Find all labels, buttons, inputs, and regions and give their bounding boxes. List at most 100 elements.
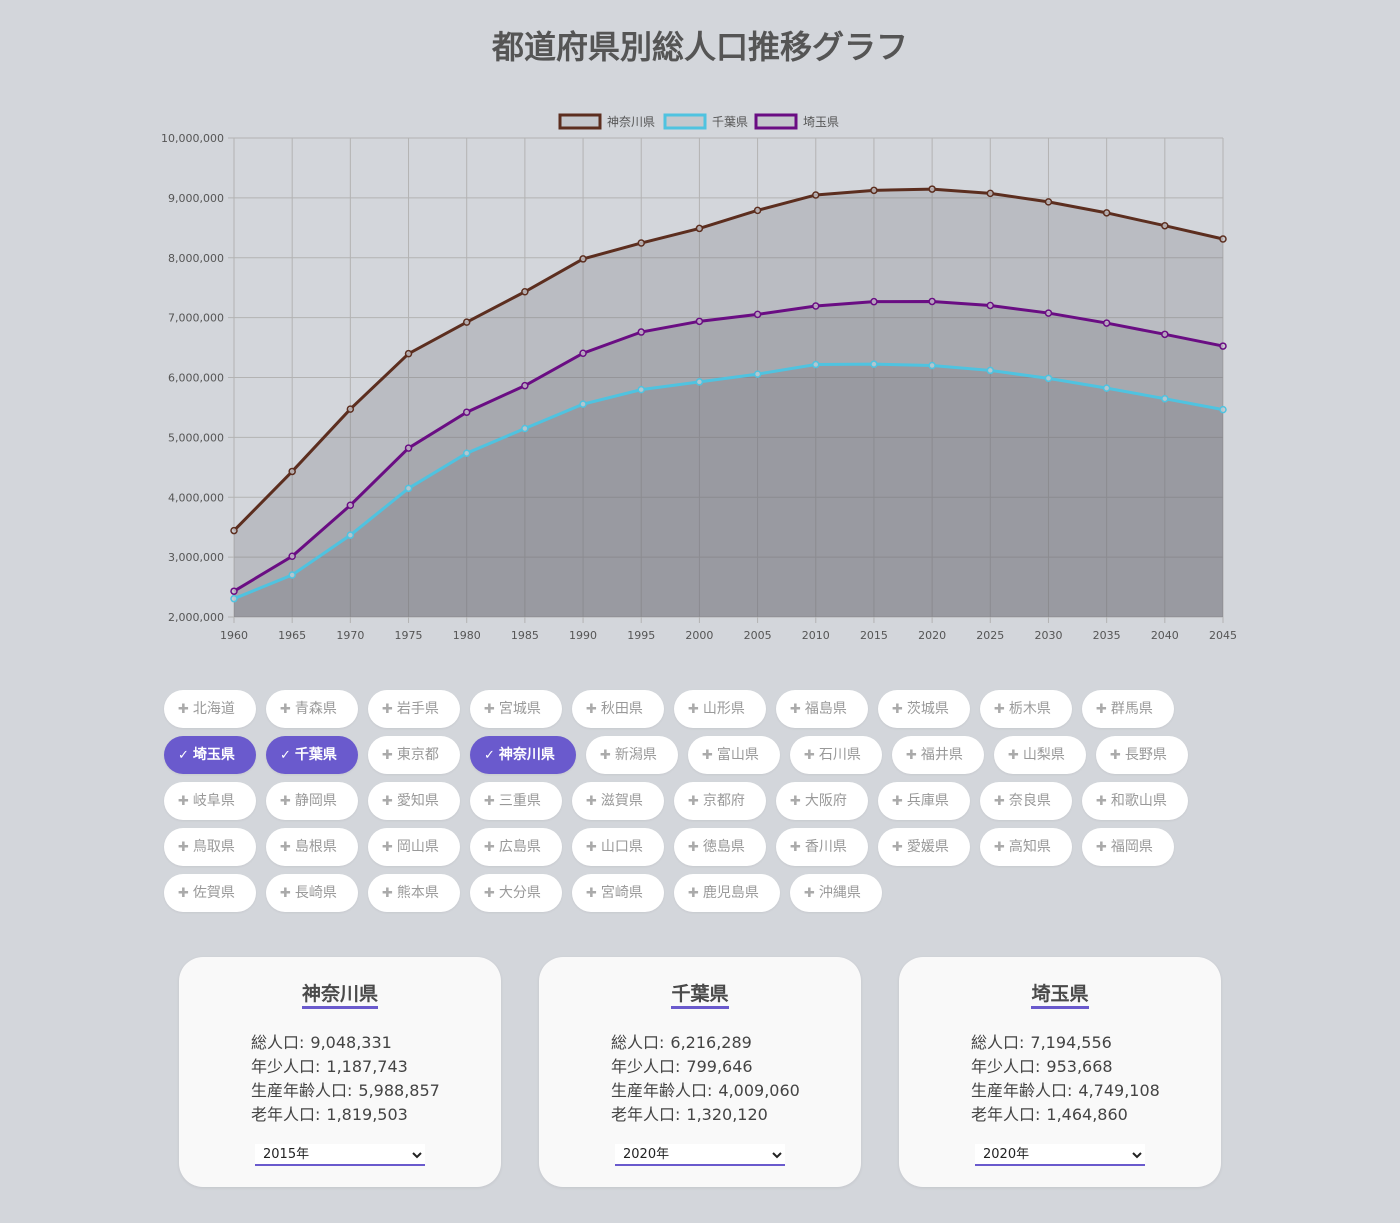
legend-label[interactable]: 千葉県 [712, 115, 748, 129]
prefecture-button[interactable]: ✚ 静岡県 [266, 782, 358, 820]
prefecture-button[interactable]: ✚ 富山県 [688, 736, 780, 774]
plus-icon: ✚ [280, 794, 291, 809]
legend-swatch[interactable] [754, 113, 798, 130]
y-tick-label: 4,000,000 [168, 491, 224, 504]
prefecture-button[interactable]: ✚ 宮崎県 [572, 874, 664, 912]
prefecture-label: 和歌山県 [1110, 793, 1167, 809]
prefecture-button[interactable]: ✚ 茨城県 [878, 690, 970, 728]
prefecture-button[interactable]: ✚ 奈良県 [980, 782, 1072, 820]
prefecture-label: 福島県 [804, 701, 847, 717]
plus-icon: ✚ [688, 794, 699, 809]
prefecture-label: 福岡県 [1110, 839, 1153, 855]
data-point [1044, 374, 1053, 383]
chart-legend[interactable]: 神奈川県 千葉県 埼玉県 [558, 113, 839, 130]
legend-swatch[interactable] [663, 113, 707, 130]
x-tick-label: 2030 [1034, 629, 1062, 642]
prefecture-button[interactable]: ✚ 栃木県 [980, 690, 1072, 728]
prefecture-button[interactable]: ✚ 福岡県 [1082, 828, 1174, 866]
card-title: 千葉県 [671, 983, 729, 1009]
prefecture-button[interactable]: ✚ 高知県 [980, 828, 1072, 866]
prefecture-label: 長崎県 [294, 885, 337, 901]
plus-icon: ✚ [790, 794, 801, 809]
prefecture-button[interactable]: ✚ 大分県 [470, 874, 562, 912]
elderly-label: 老年人口: [611, 1105, 681, 1124]
card-title: 埼玉県 [1031, 983, 1089, 1009]
prefecture-button[interactable]: ✚ 石川県 [790, 736, 882, 774]
prefecture-label: 熊本県 [396, 885, 439, 901]
prefecture-button[interactable]: ✚ 大阪府 [776, 782, 868, 820]
legend-label[interactable]: 埼玉県 [803, 115, 839, 129]
prefecture-button[interactable]: ✚ 鳥取県 [164, 828, 256, 866]
data-point [1219, 405, 1227, 414]
year-select[interactable]: 2020年 [615, 1144, 785, 1166]
prefecture-button[interactable]: ✚ 長野県 [1096, 736, 1188, 774]
prefecture-button[interactable]: ✚ 岡山県 [368, 828, 460, 866]
prefecture-button[interactable]: ✓ 神奈川県 [470, 736, 576, 774]
prefecture-button[interactable]: ✚ 滋賀県 [572, 782, 664, 820]
data-point [579, 255, 587, 263]
prefecture-button[interactable]: ✚ 山口県 [572, 828, 664, 866]
data-point [346, 501, 355, 509]
prefecture-button[interactable]: ✚ 岐阜県 [164, 782, 256, 820]
prefecture-button[interactable]: ✚ 島根県 [266, 828, 358, 866]
prefecture-label: 岐阜県 [192, 793, 235, 809]
young-value: 799,646 [686, 1057, 753, 1076]
prefecture-button[interactable]: ✚ 長崎県 [266, 874, 358, 912]
prefecture-button[interactable]: ✚ 三重県 [470, 782, 562, 820]
prefecture-button[interactable]: ✚ 佐賀県 [164, 874, 256, 912]
prefecture-button[interactable]: ✚ 秋田県 [572, 690, 664, 728]
prefecture-button[interactable]: ✚ 鹿児島県 [674, 874, 780, 912]
prefecture-label: 奈良県 [1008, 793, 1051, 809]
prefecture-button[interactable]: ✓ 千葉県 [266, 736, 358, 774]
data-point [1219, 235, 1227, 243]
prefecture-button[interactable]: ✚ 群馬県 [1082, 690, 1174, 728]
prefecture-label: 埼玉県 [192, 747, 235, 763]
prefecture-button[interactable]: ✚ 広島県 [470, 828, 562, 866]
year-select[interactable]: 2015年 [255, 1144, 425, 1166]
plus-icon: ✚ [892, 840, 903, 855]
prefecture-button[interactable]: ✚ 山梨県 [994, 736, 1086, 774]
prefecture-button[interactable]: ✚ 福井県 [892, 736, 984, 774]
legend-label[interactable]: 神奈川県 [607, 115, 655, 129]
prefecture-button[interactable]: ✚ 兵庫県 [878, 782, 970, 820]
legend-swatch[interactable] [558, 113, 602, 130]
prefecture-button[interactable]: ✚ 愛知県 [368, 782, 460, 820]
data-point [1161, 221, 1169, 230]
plus-icon: ✚ [892, 702, 903, 717]
prefecture-button[interactable]: ✚ 北海道 [164, 690, 256, 728]
data-point [928, 185, 936, 193]
plus-icon: ✚ [178, 886, 189, 901]
prefecture-button[interactable]: ✚ 熊本県 [368, 874, 460, 912]
prefecture-button[interactable]: ✚ 沖縄県 [790, 874, 882, 912]
prefecture-label: 岡山県 [396, 839, 439, 855]
x-tick-label: 2015 [860, 629, 888, 642]
prefecture-button[interactable]: ✓ 埼玉県 [164, 736, 256, 774]
data-point [870, 360, 878, 368]
prefecture-button[interactable]: ✚ 青森県 [266, 690, 358, 728]
prefecture-button[interactable]: ✚ 東京都 [368, 736, 460, 774]
prefecture-button[interactable]: ✚ 山形県 [674, 690, 766, 728]
working-label: 生産年齢人口: [251, 1081, 353, 1100]
prefecture-button[interactable]: ✚ 岩手県 [368, 690, 460, 728]
prefecture-button[interactable]: ✚ 京都府 [674, 782, 766, 820]
prefecture-button[interactable]: ✚ 和歌山県 [1082, 782, 1188, 820]
plus-icon: ✚ [382, 748, 393, 763]
prefecture-button[interactable]: ✚ 愛媛県 [878, 828, 970, 866]
check-icon: ✓ [178, 748, 189, 763]
prefecture-label: 長野県 [1124, 747, 1167, 763]
prefecture-label: 島根県 [294, 839, 337, 855]
prefecture-label: 千葉県 [294, 747, 337, 763]
year-select[interactable]: 2020年 [975, 1144, 1145, 1166]
x-tick-label: 2045 [1209, 629, 1237, 642]
prefecture-label: 山梨県 [1022, 747, 1065, 763]
prefecture-button[interactable]: ✚ 徳島県 [674, 828, 766, 866]
prefecture-button[interactable]: ✚ 香川県 [776, 828, 868, 866]
y-tick-label: 9,000,000 [168, 192, 224, 205]
data-point [1161, 394, 1169, 403]
prefecture-button[interactable]: ✚ 福島県 [776, 690, 868, 728]
prefecture-button[interactable]: ✚ 宮城県 [470, 690, 562, 728]
plus-icon: ✚ [790, 840, 801, 855]
prefecture-button[interactable]: ✚ 新潟県 [586, 736, 678, 774]
x-tick-label: 1980 [453, 629, 481, 642]
total-value: 9,048,331 [310, 1033, 392, 1052]
